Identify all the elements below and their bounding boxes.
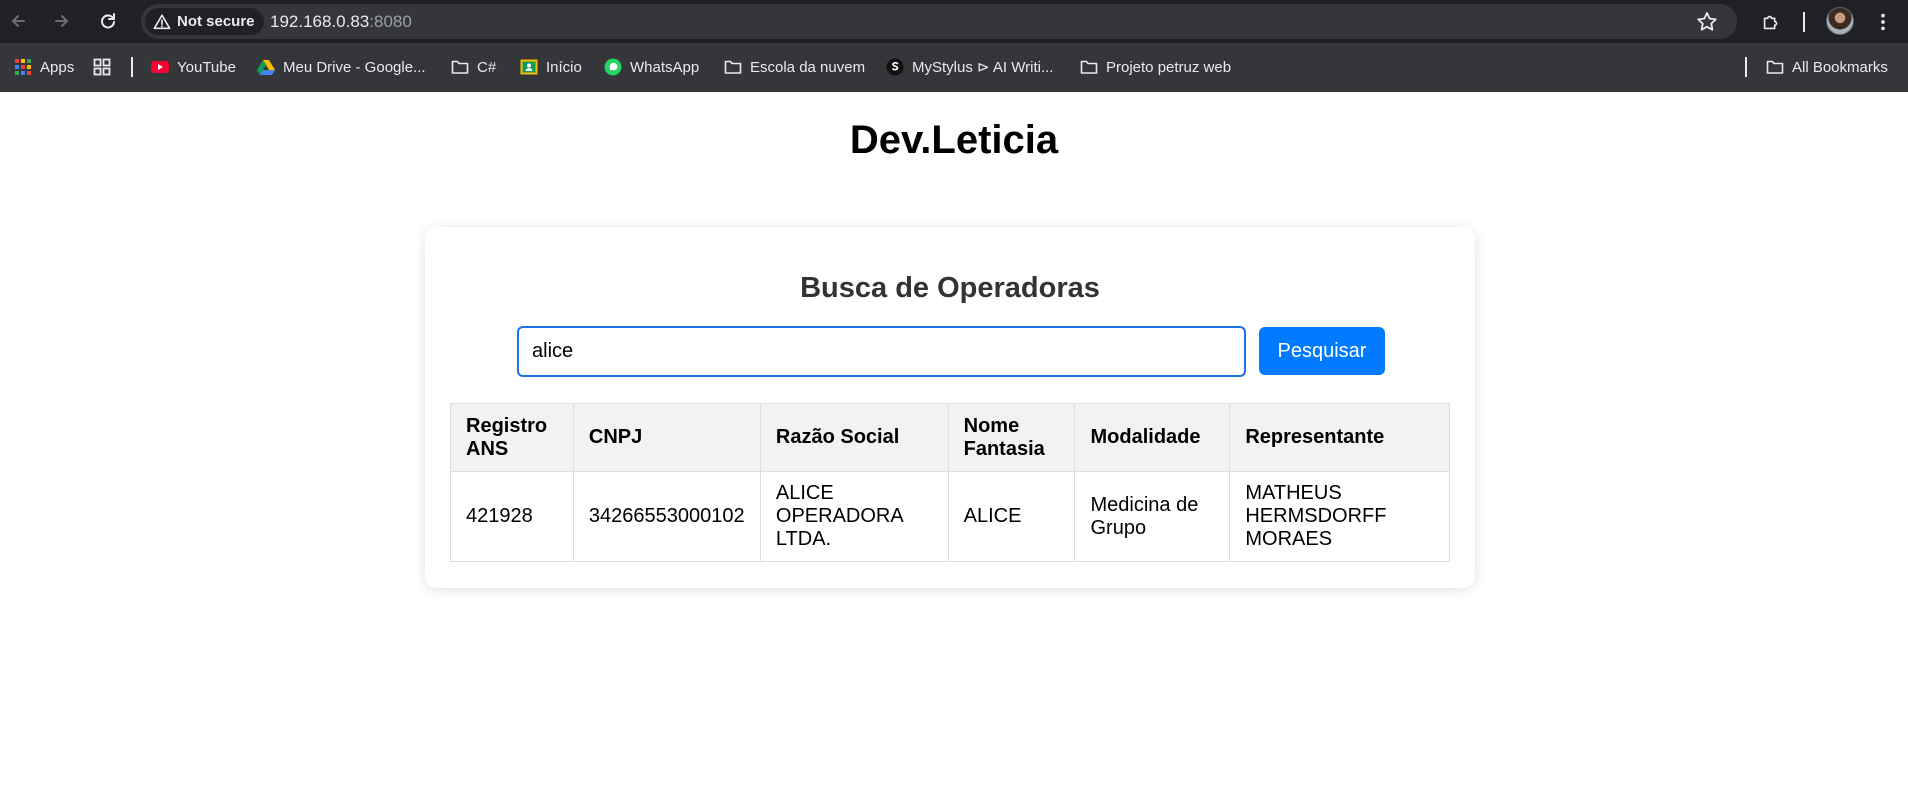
youtube-icon <box>151 61 169 73</box>
column-header-nome-fantasia: Nome Fantasia <box>947 403 1076 472</box>
bookmark-youtube[interactable]: YouTube <box>151 55 236 79</box>
bookmark-apps[interactable]: Apps <box>14 55 74 79</box>
bookmark-star-icon[interactable] <box>1695 10 1719 34</box>
bookmark-tab-groups[interactable] <box>93 55 111 79</box>
column-header-representante: Representante <box>1229 403 1450 472</box>
search-button[interactable]: Pesquisar <box>1259 327 1385 375</box>
cell-razao-social: ALICE OPERADORA LTDA. <box>759 471 949 562</box>
tab-groups-icon <box>93 58 111 76</box>
reload-button[interactable] <box>93 6 123 36</box>
folder-icon <box>1080 60 1098 74</box>
table-header-row: Registro ANS CNPJ Razão Social Nome Fant… <box>450 403 1450 472</box>
bookmark-inicio[interactable]: Início <box>520 55 582 79</box>
more-vert-icon <box>1881 13 1885 31</box>
puzzle-icon <box>1763 15 1778 30</box>
folder-icon <box>451 60 469 74</box>
bookmark-label: MyStylus ⊳ AI Writi... <box>912 59 1054 76</box>
site-title: Dev.Leticia <box>849 118 1059 162</box>
table-row: 421928 34266553000102 ALICE OPERADORA LT… <box>450 471 1450 562</box>
arrow-right-icon <box>55 15 68 27</box>
column-header-razao-social: Razão Social <box>759 403 949 472</box>
bookmark-label: WhatsApp <box>630 58 700 76</box>
bookmark-divider <box>131 57 133 77</box>
column-header-modalidade: Modalidade <box>1074 403 1231 472</box>
security-chip[interactable]: Not secure <box>145 8 264 35</box>
warning-icon <box>153 13 171 29</box>
classroom-icon <box>520 59 538 75</box>
bookmark-label: Escola da nuvem <box>750 58 866 76</box>
bookmark-folder-csharp[interactable]: C# <box>451 55 496 79</box>
url-host: 192.168.0.83 <box>270 12 370 31</box>
bookmark-all-bookmarks[interactable]: All Bookmarks <box>1766 55 1888 79</box>
cell-cnpj: 34266553000102 <box>572 471 761 562</box>
security-label: Not secure <box>177 13 255 30</box>
cell-modalidade: Medicina de Grupo <box>1074 471 1231 562</box>
bookmark-mystylus[interactable]: MyStylus ⊳ AI Writi... <box>886 55 1053 79</box>
cell-nome-fantasia: ALICE <box>947 471 1076 562</box>
search-card: Busca de Operadoras Pesquisar Registro A… <box>425 227 1475 588</box>
column-header-cnpj: CNPJ <box>572 403 761 472</box>
bookmark-label: Meu Drive - Google... <box>283 58 426 76</box>
menu-button[interactable] <box>1869 8 1897 36</box>
forward-button[interactable] <box>47 6 77 36</box>
results-table: Registro ANS CNPJ Razão Social Nome Fant… <box>450 403 1450 562</box>
google-drive-icon <box>257 60 275 75</box>
bookmark-drive[interactable]: Meu Drive - Google... <box>257 55 426 79</box>
search-input[interactable] <box>517 326 1246 377</box>
bookmark-divider <box>1745 57 1747 77</box>
bookmarks-bar: Apps YouTube Meu Drive - Google... C# In… <box>0 43 1908 92</box>
reload-icon <box>101 13 115 29</box>
cell-representante: MATHEUS HERMSDORFF MORAES <box>1229 471 1450 562</box>
url-text[interactable]: 192.168.0.83:8080 <box>270 12 412 32</box>
web-page: Dev.Leticia Busca de Operadoras Pesquisa… <box>0 92 1908 806</box>
browser-top-bar: Not secure 192.168.0.83:8080 <box>0 0 1908 43</box>
toolbar-divider <box>1803 12 1805 32</box>
bookmark-folder-projeto[interactable]: Projeto petruz web <box>1080 55 1231 79</box>
bookmark-label: C# <box>477 58 497 76</box>
folder-icon <box>724 60 742 74</box>
arrow-left-icon <box>12 15 25 27</box>
bookmark-folder-escola[interactable]: Escola da nuvem <box>724 55 865 79</box>
back-button[interactable] <box>3 6 33 36</box>
address-bar[interactable]: Not secure 192.168.0.83:8080 <box>141 4 1737 39</box>
bookmark-whatsapp[interactable]: WhatsApp <box>604 55 699 79</box>
whatsapp-icon <box>604 58 622 76</box>
folder-icon <box>1766 60 1784 74</box>
mystylus-icon <box>886 58 904 76</box>
apps-grid-icon <box>15 59 31 75</box>
bookmark-label: All Bookmarks <box>1792 58 1888 76</box>
bookmark-label: Projeto petruz web <box>1106 58 1232 76</box>
column-header-registro-ans: Registro ANS <box>450 403 574 472</box>
url-port: :8080 <box>369 12 412 31</box>
bookmark-label: YouTube <box>177 58 236 76</box>
bookmark-label: Apps <box>40 58 75 76</box>
bookmark-label: Início <box>546 58 582 76</box>
extensions-button[interactable] <box>1757 8 1785 36</box>
cell-registro-ans: 421928 <box>450 471 574 562</box>
card-title: Busca de Operadoras <box>800 272 1100 304</box>
profile-avatar[interactable] <box>1826 7 1854 35</box>
